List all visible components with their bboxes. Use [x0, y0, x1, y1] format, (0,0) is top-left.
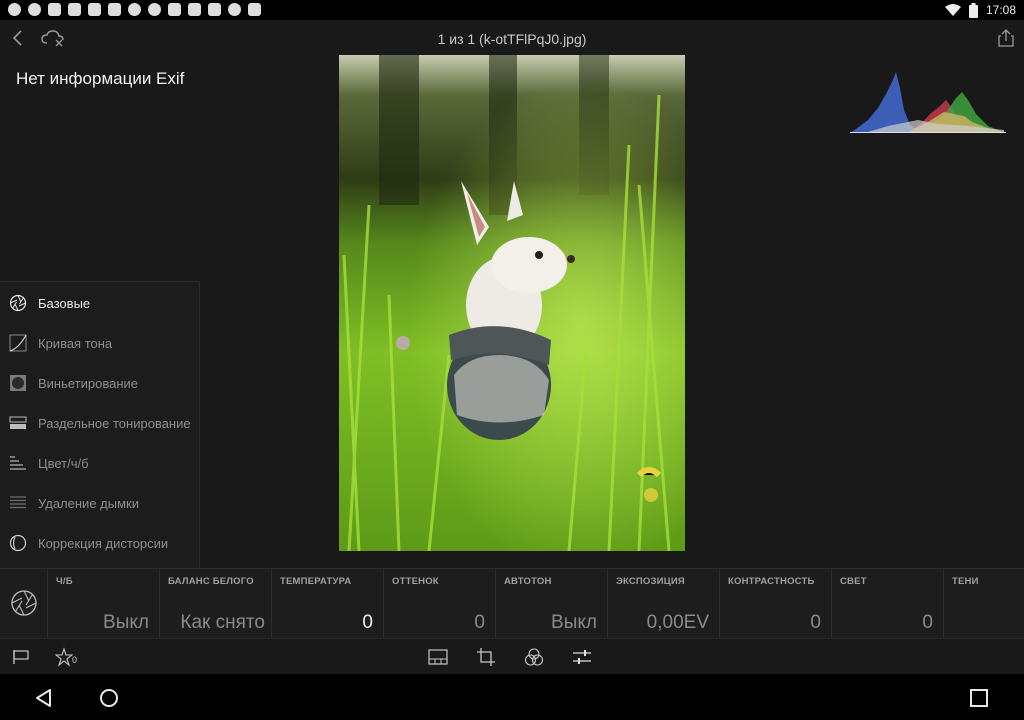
panel-item-dehaze[interactable]: Удаление дымки — [0, 483, 200, 523]
youtube-icon — [108, 3, 121, 16]
control-label: СВЕТ — [840, 576, 867, 587]
crop-icon[interactable] — [475, 647, 497, 667]
nav-back-icon[interactable] — [32, 686, 56, 710]
control-value: Выкл — [551, 612, 597, 633]
dehaze-icon — [10, 496, 26, 509]
control-white-balance[interactable]: БАЛАНС БЕЛОГО Как снято — [159, 569, 271, 639]
panel-item-color-bw[interactable]: Цвет/ч/б — [0, 443, 200, 483]
status-time: 17:08 — [985, 3, 1016, 17]
exif-info: Нет информации Exif — [16, 69, 185, 88]
control-contrast[interactable]: КОНТРАСТНОСТЬ 0 — [719, 569, 831, 639]
navigation-bar — [0, 674, 1024, 720]
panel-item-tone-curve[interactable]: Кривая тона — [0, 323, 200, 363]
aperture-icon — [9, 294, 27, 312]
control-bw[interactable]: Ч/Б Выкл — [47, 569, 159, 639]
panel-item-label: Коррекция дисторсии — [38, 535, 169, 551]
panel-item-label: Цвет/ч/б — [38, 455, 89, 471]
adjust-sliders-icon[interactable] — [571, 647, 593, 667]
control-label: ОТТЕНОК — [392, 576, 439, 587]
lightroom-icon — [188, 3, 201, 16]
control-value: 0 — [474, 612, 485, 633]
control-label: Ч/Б — [56, 576, 73, 587]
panel-item-label: Удаление дымки — [38, 495, 139, 511]
messenger-icon — [28, 3, 41, 16]
mail-icon — [48, 3, 61, 16]
tone-curve-icon — [9, 334, 27, 352]
color-mix-icon[interactable] — [523, 647, 545, 667]
color-bw-icon — [10, 456, 26, 470]
control-label: КОНТРАСТНОСТЬ — [728, 576, 815, 587]
control-label: ТЕНИ — [952, 576, 979, 587]
panel-item-label: Базовые — [38, 295, 91, 311]
youtube-icon — [88, 3, 101, 16]
control-exposure[interactable]: ЭКСПОЗИЦИЯ 0,00EV — [607, 569, 719, 639]
control-label: БАЛАНС БЕЛОГО — [168, 576, 254, 587]
bottom-toolbar: 0 — [0, 638, 1024, 674]
star-icon[interactable] — [55, 647, 73, 667]
control-temperature[interactable]: ТЕМПЕРАТУРА 0 — [271, 569, 383, 639]
control-label: АВТОТОН — [504, 576, 552, 587]
image-icon — [168, 3, 181, 16]
battery-icon — [968, 2, 978, 18]
control-highlights[interactable]: СВЕТ 0 — [831, 569, 943, 639]
control-tint[interactable]: ОТТЕНОК 0 — [383, 569, 495, 639]
control-value: 0 — [922, 612, 933, 633]
aperture-icon[interactable] — [10, 589, 38, 617]
control-value: 0 — [810, 612, 821, 633]
panel-item-vignette[interactable]: Виньетирование — [0, 363, 200, 403]
panel-item-label: Раздельное тонирование — [38, 415, 191, 431]
vignette-icon — [10, 375, 26, 391]
distortion-icon — [9, 534, 27, 552]
control-shadows[interactable]: ТЕНИ — [943, 569, 1024, 639]
control-auto-tone[interactable]: АВТОТОН Выкл — [495, 569, 607, 639]
control-value: Как снято — [180, 612, 265, 633]
panel-item-label: Кривая тона — [38, 335, 113, 351]
nav-home-icon[interactable] — [97, 686, 121, 710]
histogram — [850, 72, 1006, 133]
share-icon[interactable] — [995, 28, 1017, 48]
top-bar: 1 из 1 (k-otTFlPqJ0.jpg) — [0, 20, 1024, 56]
lightroom-editor: 1 из 1 (k-otTFlPqJ0.jpg) Нет информации … — [0, 20, 1024, 674]
notification-icons — [8, 3, 261, 17]
panel-item-split-toning[interactable]: Раздельное тонирование — [0, 403, 200, 443]
control-label: ТЕМПЕРАТУРА — [280, 576, 352, 587]
status-bar: 17:08 — [0, 0, 1024, 20]
twitter-icon — [128, 3, 141, 16]
telegram-icon — [8, 3, 21, 16]
control-value: Выкл — [103, 612, 149, 633]
youtube-icon — [68, 3, 81, 16]
control-value: 0 — [362, 612, 373, 633]
clipboard-icon — [248, 3, 261, 16]
flag-icon[interactable] — [10, 647, 32, 667]
panel-item-distortion[interactable]: Коррекция дисторсии — [0, 523, 200, 563]
rating-count: 0 — [72, 655, 78, 665]
heart-icon — [228, 3, 241, 16]
adjust-strip: Ч/Б Выкл БАЛАНС БЕЛОГО Как снято ТЕМПЕРА… — [0, 568, 1024, 639]
nav-recents-icon[interactable] — [967, 686, 991, 710]
presets-icon[interactable] — [427, 647, 449, 667]
panel-item-basic[interactable]: Базовые — [0, 283, 200, 323]
photo-preview[interactable] — [339, 55, 685, 551]
photo-title: 1 из 1 (k-otTFlPqJ0.jpg) — [437, 31, 587, 47]
messenger-icon — [148, 3, 161, 16]
wifi-icon — [944, 4, 961, 16]
control-value: 0,00EV — [646, 612, 709, 633]
instagram-icon — [208, 3, 221, 16]
control-label: ЭКСПОЗИЦИЯ — [616, 576, 685, 587]
panel-item-label: Виньетирование — [38, 375, 139, 391]
panel-menu: Базовые Кривая тона Виньетирование Разде… — [0, 281, 200, 568]
split-toning-icon — [9, 416, 27, 429]
